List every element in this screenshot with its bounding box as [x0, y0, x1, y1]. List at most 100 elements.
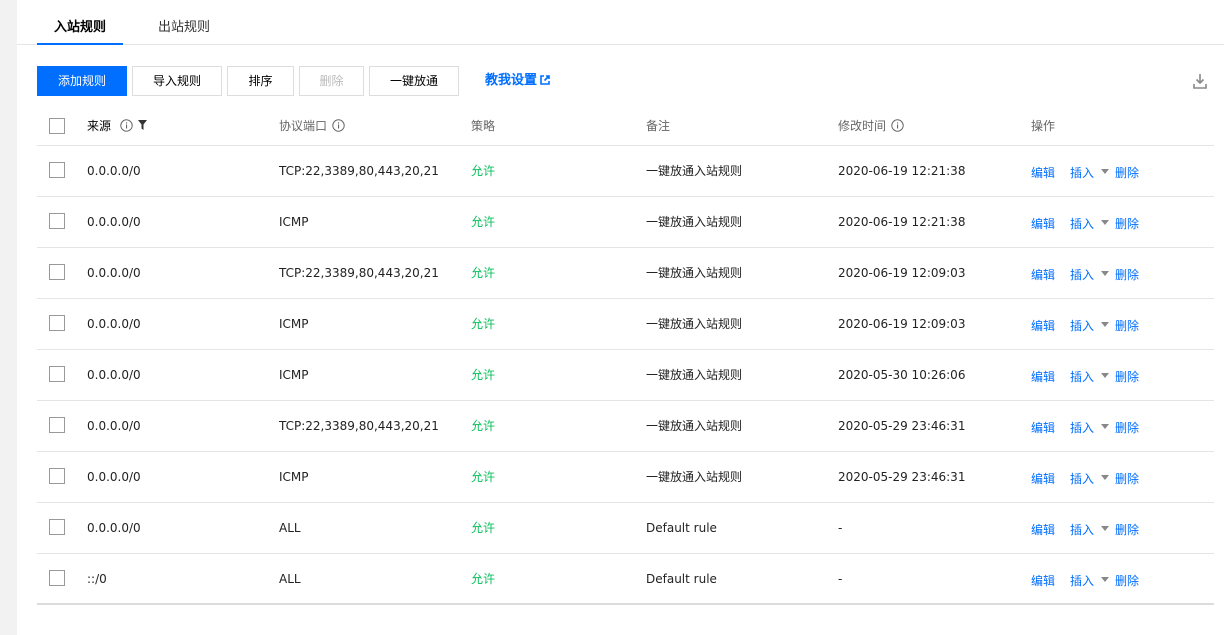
row-checkbox[interactable]: [49, 264, 65, 280]
caret-down-icon[interactable]: [1101, 577, 1109, 582]
caret-down-icon[interactable]: [1101, 271, 1109, 276]
cell-source: 0.0.0.0/0: [87, 164, 141, 178]
table-row: 0.0.0.0/0 TCP:22,3389,80,443,20,21 允许 一键…: [37, 248, 1214, 299]
caret-down-icon[interactable]: [1101, 475, 1109, 480]
table-row: ::/0 ALL 允许 Default rule - 编辑 插入 删除: [37, 554, 1214, 605]
cell-remark: Default rule: [646, 572, 717, 586]
select-all-checkbox[interactable]: [49, 118, 65, 134]
toolbar: 添加规则 导入规则 排序 删除 一键放通 教我设置: [37, 66, 1207, 96]
delete-link[interactable]: 删除: [1115, 368, 1139, 385]
cell-policy: 允许: [471, 266, 496, 280]
caret-down-icon[interactable]: [1101, 220, 1109, 225]
cell-protocol-port: ICMP: [279, 215, 309, 229]
cell-modified-time: -: [838, 521, 843, 535]
edit-link[interactable]: 编辑: [1031, 470, 1055, 487]
download-icon[interactable]: [1193, 73, 1207, 89]
delete-link[interactable]: 删除: [1115, 317, 1139, 334]
edit-link[interactable]: 编辑: [1031, 164, 1055, 181]
info-icon[interactable]: [332, 119, 345, 132]
cell-remark: 一键放通入站规则: [646, 215, 743, 229]
row-checkbox[interactable]: [49, 366, 65, 382]
cell-modified-time: 2020-06-19 12:21:38: [838, 215, 966, 229]
edit-link[interactable]: 编辑: [1031, 572, 1055, 589]
header-policy: 策略: [471, 119, 496, 133]
sort-button[interactable]: 排序: [227, 66, 294, 96]
insert-link[interactable]: 插入: [1070, 521, 1094, 538]
delete-link[interactable]: 删除: [1115, 470, 1139, 487]
cell-policy: 允许: [471, 419, 496, 433]
row-checkbox[interactable]: [49, 315, 65, 331]
edit-link[interactable]: 编辑: [1031, 521, 1055, 538]
teach-me-link[interactable]: 教我设置: [485, 66, 550, 96]
row-checkbox[interactable]: [49, 417, 65, 433]
cell-modified-time: 2020-06-19 12:09:03: [838, 317, 966, 331]
row-checkbox[interactable]: [49, 519, 65, 535]
table-row: 0.0.0.0/0 ICMP 允许 一键放通入站规则 2020-06-19 12…: [37, 299, 1214, 350]
caret-down-icon[interactable]: [1101, 373, 1109, 378]
cell-modified-time: 2020-05-30 10:26:06: [838, 368, 966, 382]
cell-source: 0.0.0.0/0: [87, 470, 141, 484]
cell-remark: 一键放通入站规则: [646, 470, 743, 484]
external-link-icon: [540, 74, 550, 85]
insert-link[interactable]: 插入: [1070, 266, 1094, 283]
insert-link[interactable]: 插入: [1070, 470, 1094, 487]
row-checkbox[interactable]: [49, 162, 65, 178]
insert-link[interactable]: 插入: [1070, 572, 1094, 589]
import-rules-button[interactable]: 导入规则: [132, 66, 222, 96]
security-group-rules-panel: 入站规则 出站规则 添加规则 导入规则 排序 删除 一键放通 教我设置 来源 协…: [17, 0, 1224, 635]
cell-policy: 允许: [471, 317, 496, 331]
add-rule-button[interactable]: 添加规则: [37, 66, 127, 96]
tab-outbound-rules[interactable]: 出站规则: [158, 20, 210, 45]
insert-link[interactable]: 插入: [1070, 164, 1094, 181]
edit-link[interactable]: 编辑: [1031, 317, 1055, 334]
delete-link[interactable]: 删除: [1115, 572, 1139, 589]
edit-link[interactable]: 编辑: [1031, 368, 1055, 385]
delete-button[interactable]: 删除: [299, 66, 364, 96]
cell-modified-time: 2020-06-19 12:09:03: [838, 266, 966, 280]
table-row: 0.0.0.0/0 ICMP 允许 一键放通入站规则 2020-05-29 23…: [37, 452, 1214, 503]
delete-link[interactable]: 删除: [1115, 521, 1139, 538]
delete-link[interactable]: 删除: [1115, 215, 1139, 232]
row-checkbox[interactable]: [49, 468, 65, 484]
info-icon[interactable]: [891, 119, 904, 132]
edit-link[interactable]: 编辑: [1031, 215, 1055, 232]
cell-protocol-port: ICMP: [279, 368, 309, 382]
delete-link[interactable]: 删除: [1115, 164, 1139, 181]
cell-policy: 允许: [471, 470, 496, 484]
caret-down-icon[interactable]: [1101, 322, 1109, 327]
tab-inbound-rules[interactable]: 入站规则: [37, 20, 123, 45]
caret-down-icon[interactable]: [1101, 169, 1109, 174]
table-header: 来源 协议端口 策略 备注 修改时间 操作: [37, 105, 1214, 146]
cell-remark: Default rule: [646, 521, 717, 535]
caret-down-icon[interactable]: [1101, 424, 1109, 429]
edit-link[interactable]: 编辑: [1031, 266, 1055, 283]
one-click-open-button[interactable]: 一键放通: [369, 66, 459, 96]
insert-link[interactable]: 插入: [1070, 215, 1094, 232]
delete-link[interactable]: 删除: [1115, 266, 1139, 283]
cell-protocol-port: TCP:22,3389,80,443,20,21: [279, 419, 439, 433]
edit-link[interactable]: 编辑: [1031, 419, 1055, 436]
insert-link[interactable]: 插入: [1070, 317, 1094, 334]
cell-source: 0.0.0.0/0: [87, 266, 141, 280]
insert-link[interactable]: 插入: [1070, 419, 1094, 436]
cell-modified-time: 2020-05-29 23:46:31: [838, 470, 966, 484]
caret-down-icon[interactable]: [1101, 526, 1109, 531]
header-remark: 备注: [646, 119, 671, 133]
row-checkbox[interactable]: [49, 213, 65, 229]
cell-modified-time: 2020-06-19 12:21:38: [838, 164, 966, 178]
row-checkbox[interactable]: [49, 570, 65, 586]
cell-protocol-port: TCP:22,3389,80,443,20,21: [279, 164, 439, 178]
insert-link[interactable]: 插入: [1070, 368, 1094, 385]
table-row: 0.0.0.0/0 TCP:22,3389,80,443,20,21 允许 一键…: [37, 401, 1214, 452]
cell-source: 0.0.0.0/0: [87, 368, 141, 382]
cell-remark: 一键放通入站规则: [646, 368, 743, 382]
table-row: 0.0.0.0/0 ICMP 允许 一键放通入站规则 2020-06-19 12…: [37, 197, 1214, 248]
header-actions: 操作: [1031, 119, 1056, 133]
delete-link[interactable]: 删除: [1115, 419, 1139, 436]
cell-protocol-port: TCP:22,3389,80,443,20,21: [279, 266, 439, 280]
info-icon[interactable]: [120, 119, 133, 132]
cell-remark: 一键放通入站规则: [646, 266, 743, 280]
filter-icon[interactable]: [138, 120, 147, 130]
cell-remark: 一键放通入站规则: [646, 419, 743, 433]
header-modified-time: 修改时间: [838, 119, 887, 133]
